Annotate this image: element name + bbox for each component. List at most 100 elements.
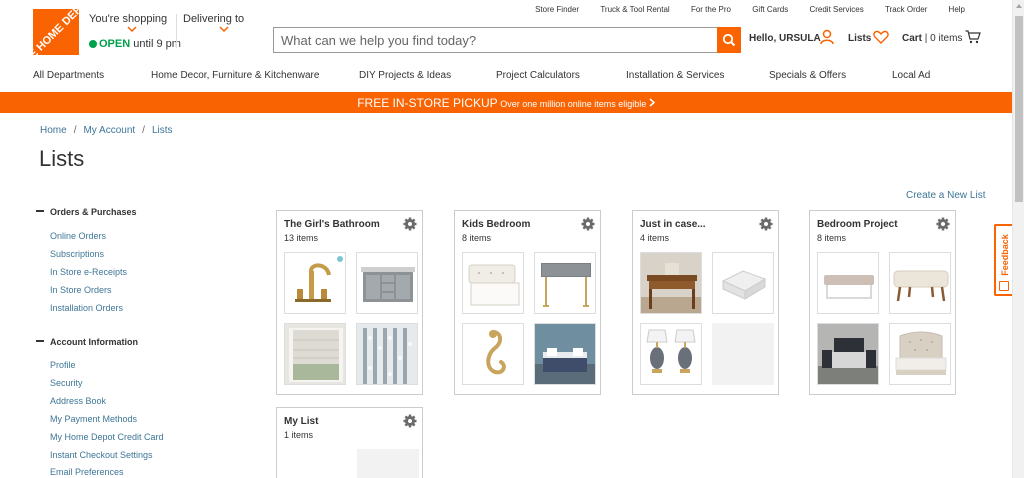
breadcrumb-lists[interactable]: Lists	[152, 125, 173, 136]
store-finder-link[interactable]: Store Finder	[535, 5, 579, 14]
wall-hook-icon[interactable]	[462, 323, 524, 385]
faucet-icon[interactable]	[284, 252, 346, 314]
gear-icon[interactable]	[581, 217, 595, 231]
cart-label: Cart	[902, 33, 923, 44]
sidebar-item-credit-card[interactable]: My Home Depot Credit Card	[50, 432, 164, 442]
list-count: 4 items	[640, 233, 670, 243]
storage-bench-icon[interactable]	[462, 252, 524, 314]
create-list-link[interactable]: Create a New List	[906, 190, 985, 201]
scrollbar-thumb[interactable]	[1015, 16, 1023, 202]
sidebar-item-in-store-orders[interactable]: In Store Orders	[50, 285, 112, 295]
bedroom-set-icon[interactable]	[817, 323, 879, 385]
gear-icon[interactable]	[759, 217, 773, 231]
truck-tool-rental-link[interactable]: Truck & Tool Rental	[600, 5, 669, 14]
store-label: You're shopping	[89, 13, 168, 25]
sidebar-item-profile[interactable]: Profile	[50, 360, 76, 370]
search-button[interactable]	[717, 27, 741, 53]
sidebar-item-address-book[interactable]: Address Book	[50, 396, 106, 406]
lists-link[interactable]: Lists	[848, 30, 889, 44]
lists-label: Lists	[848, 33, 872, 44]
scroll-up-icon[interactable]	[1016, 4, 1022, 8]
for-the-pro-link[interactable]: For the Pro	[691, 5, 731, 14]
account-menu[interactable]: Hello, URSULA	[749, 29, 834, 45]
list-name[interactable]: The Girl's Bathroom	[284, 219, 380, 230]
open-label: OPEN	[99, 38, 131, 50]
sidebar-item-e-receipts[interactable]: In Store e-Receipts	[50, 267, 127, 277]
banner-subtitle: Over one million online items eligible	[497, 99, 649, 109]
list-card[interactable]: My List 1 items	[276, 407, 423, 478]
window-shade-icon[interactable]	[284, 323, 346, 385]
bedroom-photo-icon[interactable]	[534, 323, 596, 385]
upholstered-bench-icon[interactable]	[889, 252, 951, 314]
desk-icon[interactable]	[640, 252, 702, 314]
nav-specials-offers[interactable]: Specials & Offers	[769, 70, 846, 81]
nav-home-decor[interactable]: Home Decor, Furniture & Kitchenware	[151, 70, 319, 81]
list-name[interactable]: Bedroom Project	[817, 219, 898, 230]
search-input[interactable]	[274, 28, 714, 52]
sidebar-item-online-orders[interactable]: Online Orders	[50, 231, 106, 241]
section-orders-purchases[interactable]: Orders & Purchases	[36, 207, 137, 217]
sidebar-item-instant-checkout[interactable]: Instant Checkout Settings	[50, 450, 153, 460]
page-title: Lists	[39, 146, 85, 171]
banner-title: FREE IN-STORE PICKUP	[357, 96, 498, 110]
section-title: Orders & Purchases	[50, 207, 137, 217]
empty-thumbnail	[357, 449, 419, 478]
help-link[interactable]: Help	[949, 5, 965, 14]
track-order-link[interactable]: Track Order	[885, 5, 927, 14]
nav-local-ad[interactable]: Local Ad	[892, 70, 930, 81]
nav-all-departments[interactable]: All Departments	[33, 70, 104, 81]
nav-installation-services[interactable]: Installation & Services	[626, 70, 724, 81]
list-card[interactable]: Just in case... 4 items	[632, 210, 779, 395]
sidebar-item-subscriptions[interactable]: Subscriptions	[50, 249, 104, 259]
list-name[interactable]: My List	[284, 416, 318, 427]
chevron-right-icon	[649, 98, 655, 107]
box-icon[interactable]	[712, 252, 774, 314]
console-table-icon[interactable]	[534, 252, 596, 314]
credit-services-link[interactable]: Credit Services	[809, 5, 863, 14]
cart-icon	[965, 30, 981, 44]
list-name[interactable]: Just in case...	[640, 219, 706, 230]
home-depot-logo[interactable]: THE HOME DEPOT	[33, 9, 79, 55]
sidebar-item-installation-orders[interactable]: Installation Orders	[50, 303, 123, 313]
store-open-status: OPEN until 9 pm	[89, 38, 181, 50]
list-card[interactable]: Bedroom Project 8 items	[809, 210, 956, 395]
feedback-icon	[999, 281, 1009, 291]
breadcrumb-home[interactable]: Home	[40, 125, 67, 136]
list-card[interactable]: The Girl's Bathroom 13 items	[276, 210, 423, 395]
gear-icon[interactable]	[403, 217, 417, 231]
account-greeting: Hello, URSULA	[749, 33, 821, 44]
nav-project-calculators[interactable]: Project Calculators	[496, 70, 580, 81]
sidebar-item-email-preferences[interactable]: Email Preferences	[50, 467, 124, 477]
sidebar-item-security[interactable]: Security	[50, 378, 83, 388]
promo-banner[interactable]: FREE IN-STORE PICKUP Over one million on…	[0, 92, 1012, 113]
feedback-tab[interactable]: Feedback	[994, 224, 1013, 296]
gift-cards-link[interactable]: Gift Cards	[752, 5, 788, 14]
table-lamps-icon[interactable]	[640, 323, 702, 385]
list-card[interactable]: Kids Bedroom 8 items	[454, 210, 601, 395]
feedback-label: Feedback	[999, 234, 1010, 276]
list-count: 13 items	[284, 233, 319, 243]
cart-link[interactable]: Cart | 0 items	[902, 30, 981, 44]
chevron-down-icon	[127, 26, 137, 32]
list-count: 1 items	[284, 430, 314, 440]
sidebar-item-payment-methods[interactable]: My Payment Methods	[50, 414, 137, 424]
shower-curtain-icon[interactable]	[356, 323, 418, 385]
breadcrumb-my-account[interactable]: My Account	[83, 125, 135, 136]
open-dot-icon	[89, 40, 97, 48]
nav-diy-projects[interactable]: DIY Projects & Ideas	[359, 70, 451, 81]
collapse-icon	[36, 210, 44, 212]
section-title: Account Information	[50, 337, 138, 347]
bench-icon[interactable]	[817, 252, 879, 314]
section-account-information[interactable]: Account Information	[36, 337, 138, 347]
gear-icon[interactable]	[403, 414, 417, 428]
chevron-down-icon	[219, 26, 229, 32]
store-selector[interactable]: You're shopping OPEN until 9 pm	[89, 13, 181, 50]
list-name[interactable]: Kids Bedroom	[462, 219, 530, 230]
vanity-icon[interactable]	[356, 252, 418, 314]
delivery-selector[interactable]: Delivering to	[183, 13, 244, 32]
scrollbar[interactable]	[1012, 0, 1024, 478]
tufted-bed-icon[interactable]	[889, 323, 951, 385]
list-count: 8 items	[462, 233, 492, 243]
gear-icon[interactable]	[936, 217, 950, 231]
list-count: 8 items	[817, 233, 847, 243]
